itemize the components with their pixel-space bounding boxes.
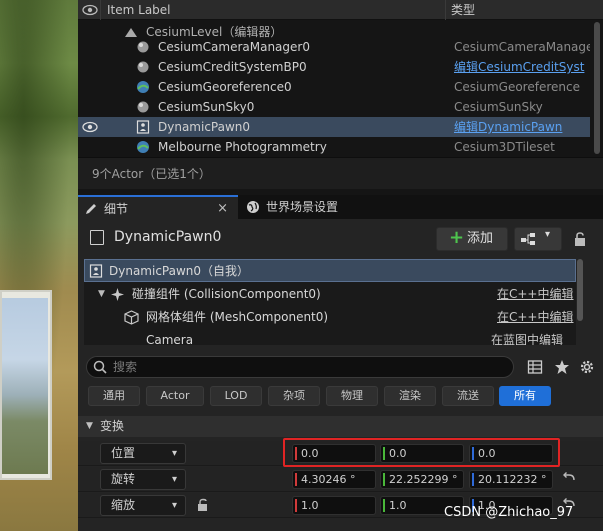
chevron-down-icon: ▾	[171, 474, 177, 485]
outliner-row-name: CesiumCreditSystemBP0	[158, 60, 307, 74]
hierarchy-icon	[521, 233, 535, 245]
outliner-row[interactable]: CesiumCreditSystemBP0 编辑CesiumCreditSyst	[78, 57, 590, 77]
edit-in-cpp-link[interactable]: 在C++中编辑	[497, 283, 574, 306]
details-search	[86, 356, 514, 378]
pawn-icon	[90, 230, 104, 245]
tileset-icon	[137, 141, 149, 153]
edit-in-cpp-link[interactable]: 在C++中编辑	[497, 306, 574, 329]
filter-tab-lod[interactable]: LOD	[210, 386, 262, 406]
gear-icon[interactable]	[579, 359, 595, 375]
filter-tab-streaming[interactable]: 流送	[442, 386, 494, 406]
pencil-icon	[86, 204, 96, 214]
component-row[interactable]: ▼ 碰撞组件 (CollisionComponent0) 在C++中编辑	[84, 283, 576, 306]
outliner-row[interactable]: CesiumCameraManager0 CesiumCameraManage	[78, 37, 590, 57]
mesh-cube-icon	[124, 310, 139, 325]
filter-tab-physics[interactable]: 物理	[326, 386, 378, 406]
component-row[interactable]: Camera 在蓝图中编辑	[84, 329, 576, 345]
outliner-header: Item Label 类型	[78, 0, 603, 20]
actor-sphere-icon	[137, 41, 149, 53]
plus-icon: +	[449, 227, 465, 248]
outliner-row-name: CesiumSunSky0	[158, 100, 255, 114]
outliner-row-name: CesiumCameraManager0	[158, 40, 310, 54]
unlock-icon[interactable]	[196, 498, 210, 512]
outliner-scrollbar[interactable]	[594, 22, 600, 154]
close-tab-icon[interactable]: ×	[217, 197, 228, 221]
actor-sphere-icon	[137, 101, 149, 113]
pawn-icon	[89, 264, 103, 278]
scale-dropdown[interactable]: 缩放 ▾	[100, 495, 186, 516]
column-item-label[interactable]: Item Label	[100, 0, 445, 20]
outliner-row-type: CesiumGeoreference	[454, 80, 580, 94]
outliner-row[interactable]: CesiumGeoreference0 CesiumGeoreference	[78, 77, 590, 97]
tab-bar: 细节 × 世界场景设置	[78, 195, 603, 219]
scale-x-field[interactable]: 1.0	[292, 496, 376, 515]
rotation-x-field[interactable]: 4.30246 °	[292, 470, 376, 489]
georeference-icon	[137, 81, 149, 93]
component-row[interactable]: 网格体组件 (MeshComponent0) 在C++中编辑	[84, 306, 576, 329]
component-row-root[interactable]: DynamicPawn0（自我）	[84, 259, 576, 282]
outliner-row-type: CesiumSunSky	[454, 100, 543, 114]
viewport-background	[0, 0, 78, 531]
tab-world-settings[interactable]: 世界场景设置	[240, 195, 380, 219]
rotation-y-field[interactable]: 22.252299 °	[380, 470, 464, 489]
watermark: CSDN @Zhichao_97	[444, 505, 574, 520]
filter-tab-rendering[interactable]: 渲染	[384, 386, 436, 406]
outliner-row-name: CesiumGeoreference0	[158, 80, 292, 94]
outliner-row-type: Cesium3DTileset	[454, 140, 555, 154]
expand-arrow-icon[interactable]: ▼	[98, 283, 105, 306]
outliner-row-type-link[interactable]: 编辑CesiumCreditSyst	[454, 57, 590, 77]
outliner-row[interactable]: CesiumSunSky0 CesiumSunSky	[78, 97, 590, 117]
component-tree: DynamicPawn0（自我） ▼ 碰撞组件 (CollisionCompon…	[84, 259, 576, 345]
star-icon[interactable]	[554, 359, 570, 375]
table-view-icon[interactable]	[527, 359, 543, 375]
visibility-eye-icon[interactable]	[82, 2, 98, 18]
outliner-row-selected[interactable]: DynamicPawn0 编辑DynamicPawn	[78, 117, 590, 137]
collision-icon	[111, 288, 124, 301]
pawn-icon	[136, 120, 150, 134]
reset-arrow-icon[interactable]	[562, 471, 576, 485]
outliner-actor-count: 9个Actor（已选1个）	[78, 157, 603, 189]
rotation-row: 旋转 ▾ 4.30246 ° 22.252299 ° 20.112232 °	[78, 467, 603, 492]
column-type[interactable]: 类型	[445, 0, 603, 20]
rotation-z-field[interactable]: 20.112232 °	[469, 470, 553, 489]
search-input[interactable]	[113, 359, 503, 375]
search-icon	[93, 360, 107, 374]
outliner-row-name: DynamicPawn0	[158, 120, 251, 134]
actor-sphere-icon	[137, 61, 149, 73]
component-tree-scrollbar[interactable]	[577, 259, 583, 321]
transform-section-header[interactable]: ▼ 变换	[78, 416, 603, 437]
visibility-eye-icon[interactable]	[82, 119, 98, 135]
filter-tab-misc[interactable]: 杂项	[268, 386, 320, 406]
chevron-down-icon: ▾	[545, 229, 551, 240]
chevron-down-icon: ▾	[171, 448, 177, 459]
outliner-row-type: CesiumCameraManage	[454, 40, 590, 54]
filter-tab-actor[interactable]: Actor	[146, 386, 204, 406]
collapse-arrow-icon: ▼	[86, 421, 93, 431]
location-dropdown[interactable]: 位置 ▾	[100, 443, 186, 464]
location-highlight-box	[283, 438, 560, 467]
outliner-row-type-link[interactable]: 编辑DynamicPawn	[454, 117, 590, 137]
details-title: DynamicPawn0	[114, 229, 222, 245]
viewport-image-frame	[0, 290, 52, 480]
edit-in-blueprint-link[interactable]: 在蓝图中编辑	[491, 329, 563, 345]
blueprint-dropdown-button[interactable]: ▾	[514, 227, 562, 251]
rotation-dropdown[interactable]: 旋转 ▾	[100, 469, 186, 490]
filter-tab-general[interactable]: 通用	[88, 386, 140, 406]
details-panel: DynamicPawn0 + 添加 ▾ DynamicPawn0（自我） ▼ 碰…	[78, 219, 603, 531]
chevron-down-icon: ▾	[171, 500, 177, 511]
outliner-row[interactable]: Melbourne Photogrammetry Cesium3DTileset	[78, 137, 590, 157]
outliner-row-name: Melbourne Photogrammetry	[158, 140, 327, 154]
add-component-button[interactable]: + 添加	[436, 227, 508, 251]
filter-tab-all[interactable]: 所有	[499, 386, 551, 406]
tab-details[interactable]: 细节 ×	[78, 195, 238, 219]
lock-icon[interactable]	[572, 231, 588, 247]
globe-icon	[247, 201, 259, 213]
